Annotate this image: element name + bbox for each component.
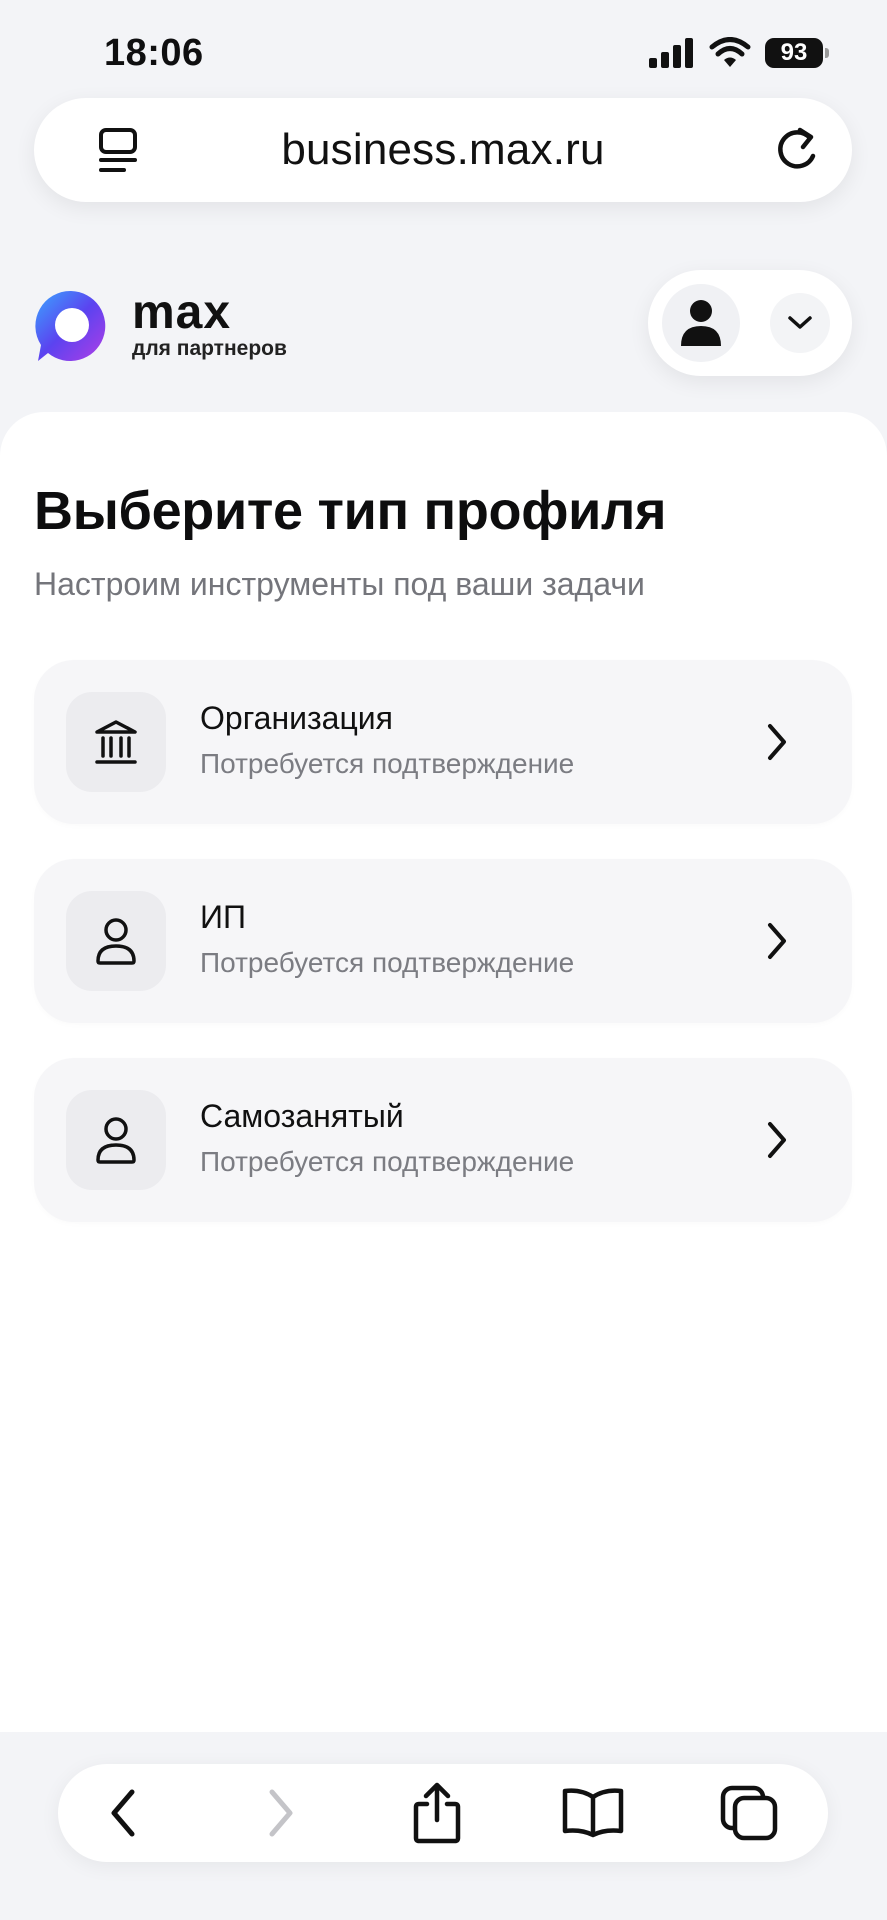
option-icon-box — [66, 692, 166, 792]
status-bar: 18:06 93 — [0, 0, 887, 100]
person-icon — [96, 1117, 136, 1164]
forward-button[interactable] — [246, 1782, 316, 1844]
brand-logo-area[interactable]: max для партнеров — [32, 286, 287, 366]
chevron-right-icon — [269, 1789, 293, 1837]
url-text[interactable]: business.max.ru — [281, 125, 604, 175]
option-ip[interactable]: ИП Потребуется подтверждение — [34, 859, 852, 1023]
tabs-button[interactable] — [714, 1782, 784, 1844]
back-button[interactable] — [88, 1782, 158, 1844]
cellular-signal-icon — [649, 38, 693, 68]
main-content: Выберите тип профиля Настроим инструмент… — [0, 412, 887, 1732]
option-self-employed[interactable]: Самозанятый Потребуется подтверждение — [34, 1058, 852, 1222]
option-title: ИП — [200, 899, 246, 935]
option-title: Организация — [200, 700, 393, 736]
brand-name: max — [132, 286, 232, 339]
option-title: Самозанятый — [200, 1098, 404, 1134]
bookmarks-button[interactable] — [558, 1782, 628, 1844]
option-organization[interactable]: Организация Потребуется подтверждение — [34, 660, 852, 824]
url-bar[interactable]: business.max.ru — [34, 98, 852, 202]
option-description: Потребуется подтверждение — [200, 947, 575, 978]
max-logo-icon — [35, 290, 106, 361]
share-button[interactable] — [402, 1782, 472, 1844]
chevron-down-icon — [788, 316, 812, 329]
account-menu[interactable] — [648, 270, 852, 376]
avatar-button[interactable] — [662, 284, 740, 362]
share-icon — [413, 1782, 461, 1844]
page-subtitle: Настроим инструменты под ваши задачи — [34, 566, 645, 602]
user-icon — [681, 300, 721, 346]
book-icon — [562, 1788, 624, 1838]
reader-tabs-icon[interactable] — [96, 126, 144, 176]
battery-indicator: 93 — [765, 38, 829, 68]
chevron-right-icon — [768, 923, 786, 959]
reload-icon[interactable] — [770, 122, 822, 176]
person-icon — [96, 918, 136, 965]
chevron-left-icon — [111, 1789, 135, 1837]
option-description: Потребуется подтверждение — [200, 1146, 575, 1177]
tabs-icon — [720, 1785, 778, 1841]
chevron-right-icon — [768, 724, 786, 760]
brand-subtitle: для партнеров — [132, 337, 287, 360]
status-time: 18:06 — [104, 32, 204, 74]
option-description: Потребуется подтверждение — [200, 748, 575, 779]
account-dropdown-button[interactable] — [770, 293, 830, 353]
option-icon-box — [66, 1090, 166, 1190]
wifi-icon — [709, 37, 751, 67]
toolbar-pill — [58, 1764, 828, 1862]
browser-toolbar — [0, 1732, 887, 1920]
brand-text: max для партнеров — [132, 286, 287, 361]
page-title: Выберите тип профиля — [34, 481, 667, 541]
option-icon-box — [66, 891, 166, 991]
status-icons: 93 — [649, 36, 829, 70]
bank-icon — [95, 720, 137, 764]
chevron-right-icon — [768, 1122, 786, 1158]
